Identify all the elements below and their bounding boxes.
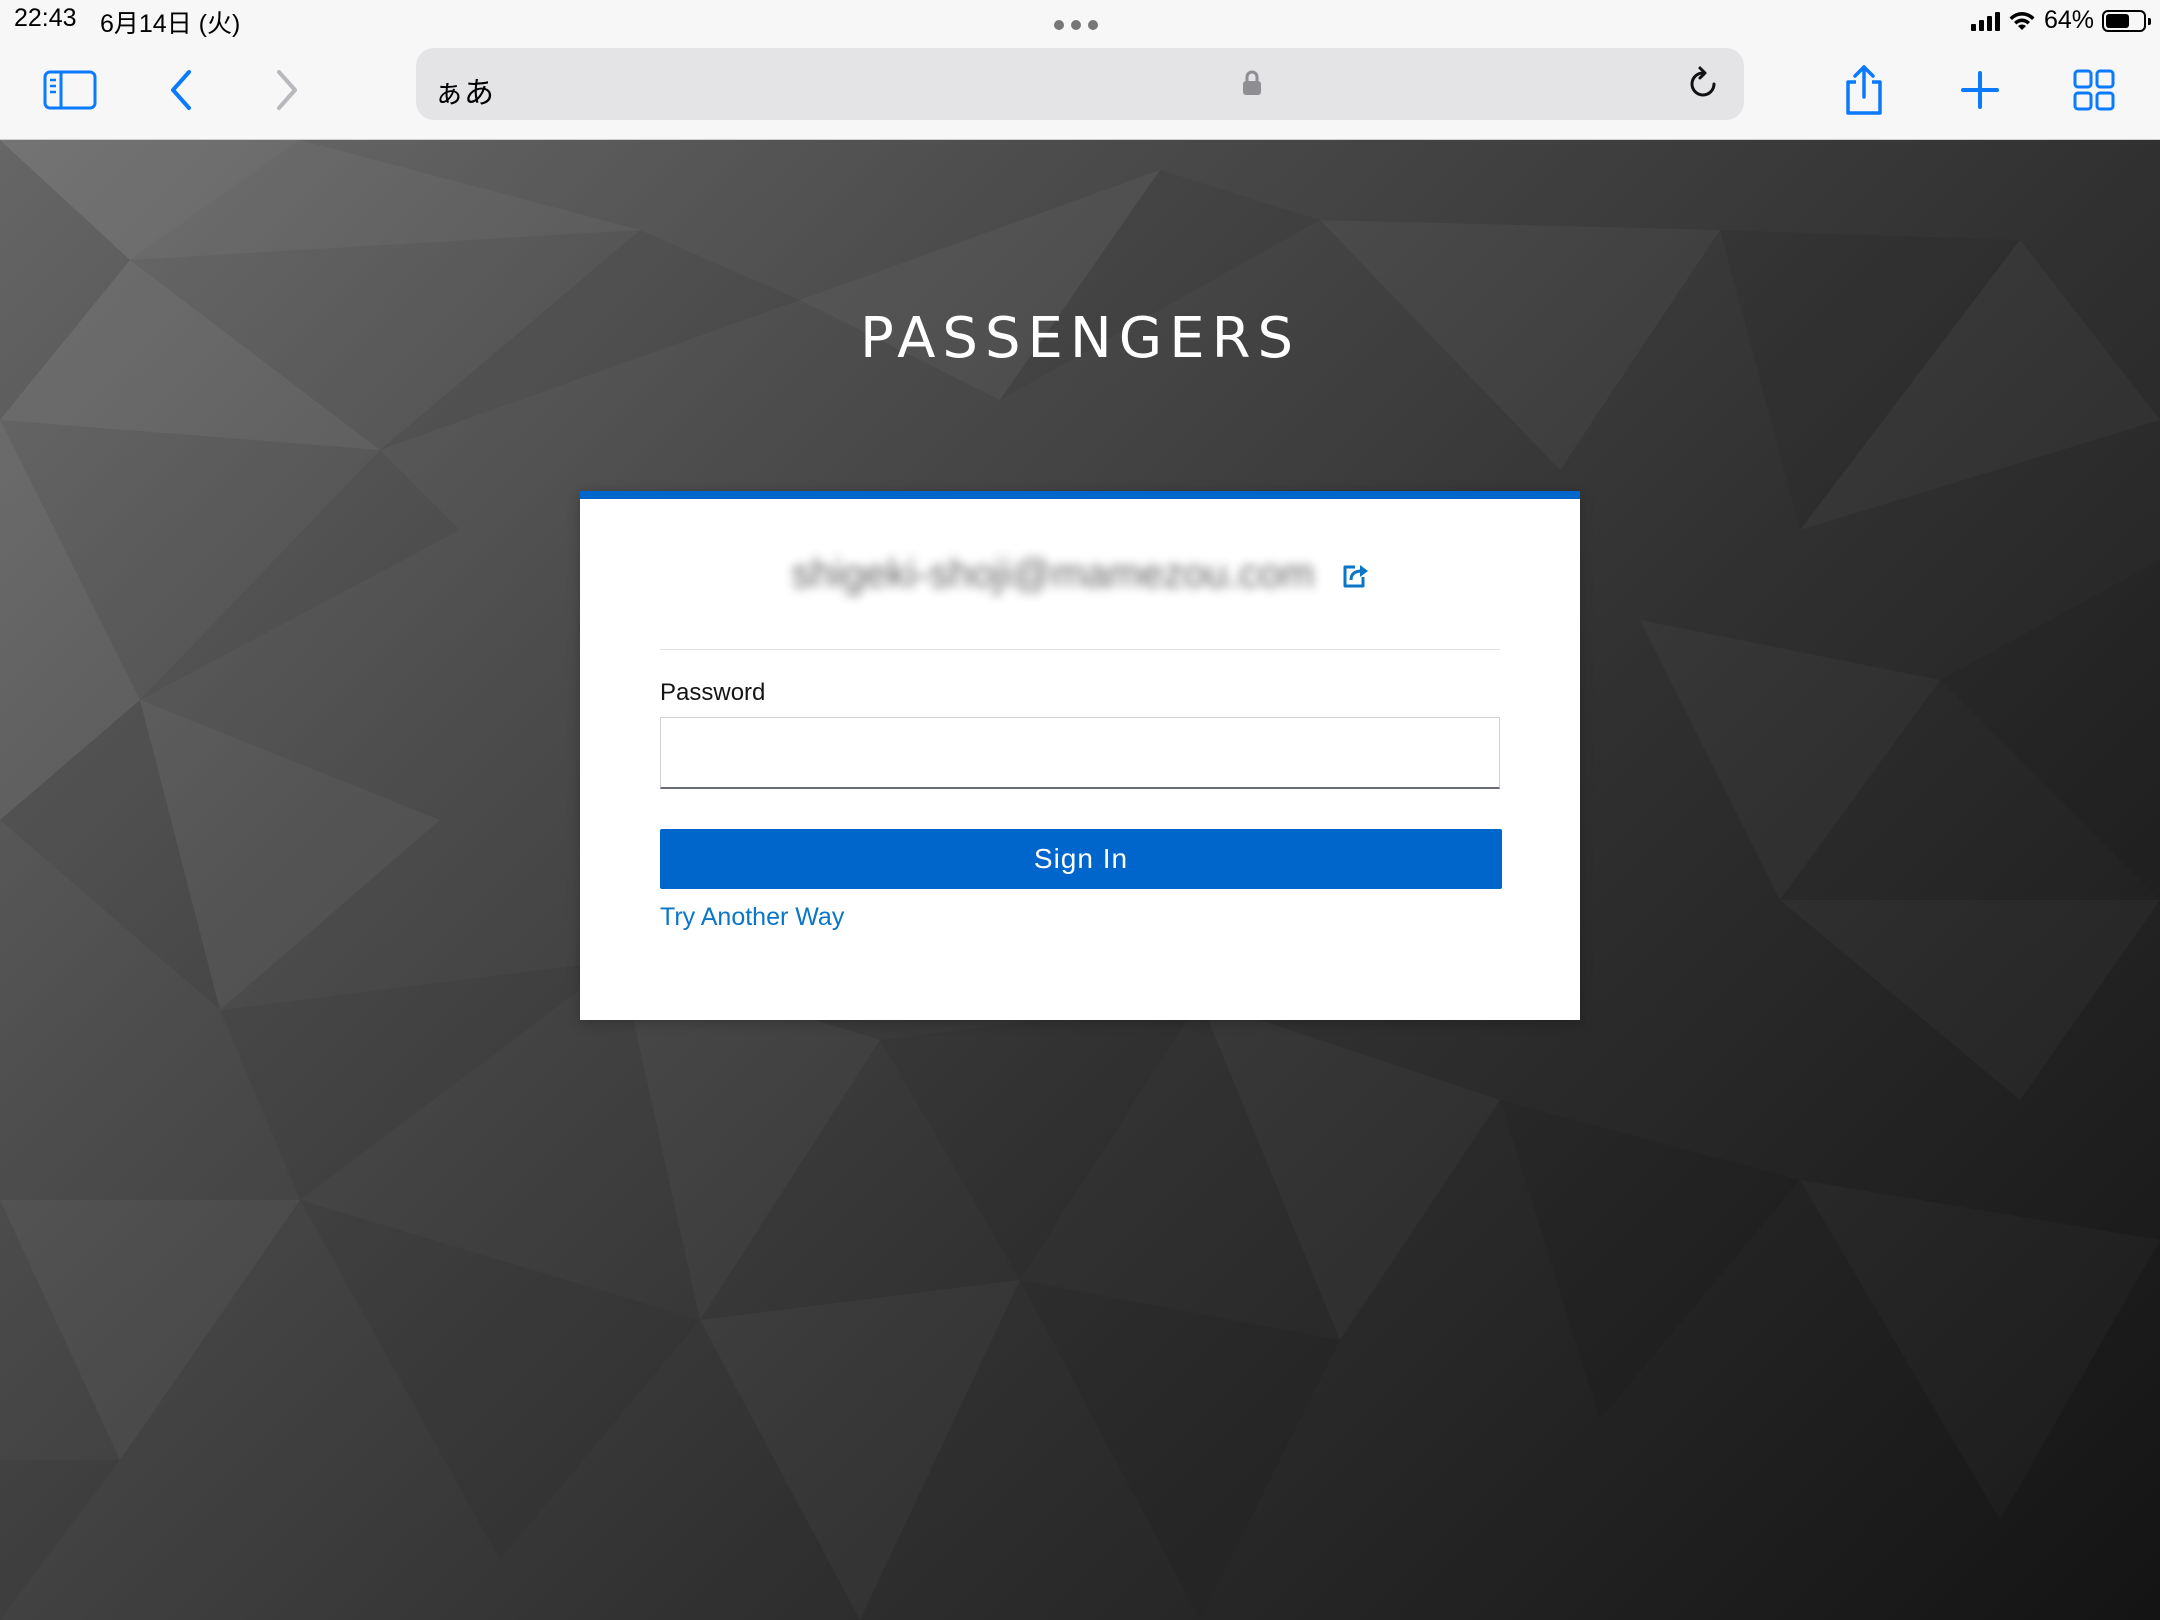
plus-icon bbox=[1961, 71, 1999, 109]
login-card: shigeki-shoji@mamezou.com Password Sign … bbox=[580, 491, 1580, 1020]
try-another-way-link[interactable]: Try Another Way bbox=[660, 903, 844, 932]
share-icon bbox=[1846, 65, 1882, 115]
battery-icon bbox=[2102, 9, 2151, 32]
back-button[interactable] bbox=[152, 60, 212, 120]
battery-level-fill bbox=[2106, 13, 2129, 28]
tab-overview-button[interactable] bbox=[2064, 60, 2124, 120]
forward-button[interactable] bbox=[256, 60, 316, 120]
password-input[interactable] bbox=[660, 717, 1500, 789]
status-time: 22:43 bbox=[14, 4, 77, 32]
status-date: 6月14日 (火) bbox=[100, 10, 241, 38]
status-indicators: 64% bbox=[1970, 6, 2151, 35]
new-tab-button[interactable] bbox=[1950, 60, 2010, 120]
page-settings-button[interactable]: ぁあ bbox=[434, 68, 494, 112]
sign-in-button[interactable]: Sign In bbox=[660, 829, 1502, 889]
wifi-icon bbox=[2009, 11, 2035, 30]
forward-icon bbox=[277, 70, 297, 110]
tabs-grid-icon bbox=[2073, 69, 2115, 111]
battery-percent: 64% bbox=[2043, 6, 2094, 34]
status-bar: 22:43 6月14日 (火) 64% bbox=[0, 0, 2160, 40]
sidebar-button[interactable] bbox=[40, 60, 100, 120]
login-page: PASSENGERS shigeki-shoji@mamezou.com Pas… bbox=[0, 140, 2160, 1620]
password-label: Password bbox=[660, 679, 766, 706]
multitasking-dots-icon[interactable] bbox=[1054, 20, 1098, 30]
attempted-username-row: shigeki-shoji@mamezou.com bbox=[660, 499, 1500, 650]
brand-title: PASSENGERS bbox=[859, 306, 1301, 371]
address-bar[interactable]: ぁあ bbox=[416, 48, 1744, 120]
restart-login-icon bbox=[1343, 565, 1368, 588]
sidebar-icon bbox=[43, 70, 97, 110]
attempted-username: shigeki-shoji@mamezou.com bbox=[791, 551, 1315, 596]
cellular-signal-icon bbox=[1970, 11, 2000, 31]
share-button[interactable] bbox=[1834, 60, 1894, 120]
reset-login-link[interactable] bbox=[1341, 563, 1369, 589]
reload-icon[interactable] bbox=[1684, 64, 1724, 104]
back-icon bbox=[171, 70, 191, 110]
lock-icon bbox=[1243, 70, 1261, 95]
browser-toolbar: ぁあ bbox=[0, 40, 2160, 140]
